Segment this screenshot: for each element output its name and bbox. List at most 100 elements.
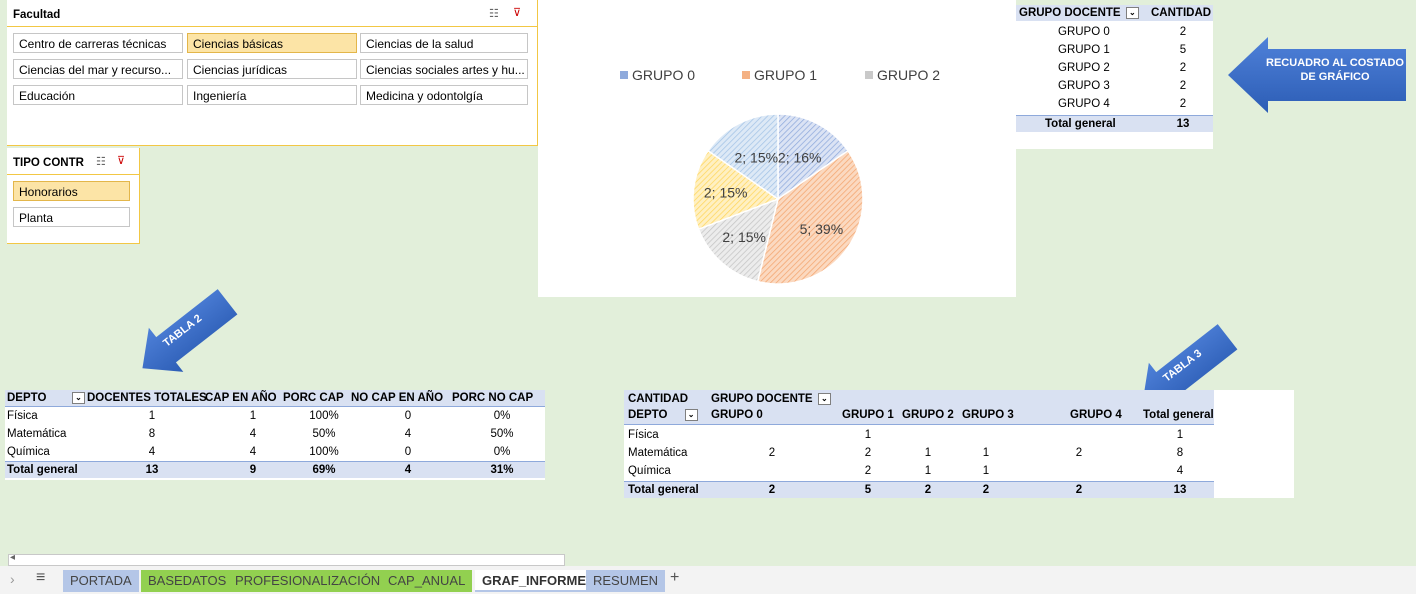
tabla3-cell: 1: [982, 465, 990, 477]
multi-select-icon[interactable]: ☷: [489, 7, 499, 20]
pivot1-row-grupo: GRUPO 3: [1058, 80, 1110, 92]
tabla2-cell: 50%: [490, 428, 514, 440]
tabla3-label-cantidad: CANTIDAD: [628, 393, 689, 405]
tabla2-cell: Química: [7, 446, 50, 458]
pivot1-row-cantidad: 2: [1179, 98, 1187, 110]
tabla3-cell: 1: [924, 447, 932, 459]
slicer-tipo-title: TIPO CONTR: [13, 157, 84, 169]
tabla2-cell: 4: [249, 428, 257, 440]
legend-swatch-grupo1: [742, 71, 750, 79]
pivot1-row-cantidad: 2: [1179, 62, 1187, 74]
clear-filter-icon[interactable]: ⊽: [513, 6, 521, 19]
callout-text: RECUADRO AL COSTADO DE GRÁFICO: [1262, 56, 1408, 84]
tabla2-total-cell: 9: [249, 464, 257, 476]
slicer-item-medicina[interactable]: Medicina y odontolgía: [360, 85, 528, 105]
tabla3-total-cell: 5: [864, 484, 872, 496]
tabla3-header-line: [624, 424, 1214, 425]
tabla2-cell: 4: [148, 446, 156, 458]
slicer-item-juridicas[interactable]: Ciencias jurídicas: [187, 59, 357, 79]
chart-legend: GRUPO 0 GRUPO 1 GRUPO 2: [620, 67, 940, 83]
tabla2-total-cell: 13: [145, 464, 159, 476]
filter-dropdown-icon[interactable]: ⌄: [1125, 6, 1139, 19]
tabla3-cell: 1: [1176, 429, 1184, 441]
tabla2-cell: 4: [404, 428, 412, 440]
tab-graf-informe[interactable]: GRAF_INFORME: [475, 570, 593, 592]
tabla2-header-2: CAP EN AÑO: [205, 392, 277, 404]
tabla3-header-6: Total general: [1143, 409, 1214, 421]
tabla2-cell: 100%: [309, 410, 339, 422]
slicer-item-centro[interactable]: Centro de carreras técnicas: [13, 33, 183, 53]
filter-dropdown-icon[interactable]: ⌄: [817, 392, 831, 405]
tabla2-cell: 100%: [309, 446, 339, 458]
legend-swatch-grupo0: [620, 71, 628, 79]
tabla2-cell: 4: [249, 446, 257, 458]
tabla3-cell: 2: [768, 447, 776, 459]
pie-chart-svg: GRUPO 0 GRUPO 1 GRUPO 2 2; 16% 5; 39% 2; 1…: [620, 67, 940, 285]
pie-data-label: 2; 16%: [778, 150, 822, 166]
filter-dropdown-icon[interactable]: ⌄: [684, 408, 698, 421]
tabla3-cell: 1: [982, 447, 990, 459]
callout-line2: DE GRÁFICO: [1300, 71, 1370, 83]
tabla2-total-cell: 31%: [490, 464, 514, 476]
pivot1-row-cantidad: 2: [1179, 26, 1187, 38]
tabla3-cell: 4: [1176, 465, 1184, 477]
slicer-item-sociales[interactable]: Ciencias sociales artes y hu...: [360, 59, 528, 79]
tabla3-total-cell: 2: [924, 484, 932, 496]
pivot1-row-grupo: GRUPO 0: [1058, 26, 1110, 38]
tabla2-cell: 0: [404, 446, 412, 458]
tabla3-cell: Química: [628, 465, 671, 477]
tabla2-total-cell: Total general: [7, 464, 78, 476]
tab-resumen[interactable]: RESUMEN: [586, 570, 666, 592]
tabla3-label-grupo: GRUPO DOCENTE ⌄: [711, 391, 833, 407]
tabla2-header-docentes-label: DOCENTES TOTALES: [87, 392, 207, 404]
tabla3-total-cell: 2: [982, 484, 990, 496]
tab-scroll-right-icon[interactable]: ›: [10, 571, 15, 587]
pie-chart[interactable]: GRUPO 0 GRUPO 1 GRUPO 2 2; 16% 5; 39% 2; 1…: [538, 0, 1016, 297]
all-sheets-menu-icon[interactable]: ≡: [36, 569, 45, 587]
multi-select-icon[interactable]: ☷: [96, 155, 106, 168]
scroll-left-icon[interactable]: ◂: [10, 552, 15, 563]
tabla3-header-depto-label: DEPTO: [628, 409, 668, 421]
tabla2-total-cell: 69%: [312, 464, 336, 476]
slicer-item-educacion[interactable]: Educación: [13, 85, 183, 105]
pie-data-label: 2; 15%: [704, 185, 748, 201]
tabla3-cell: 8: [1176, 447, 1184, 459]
tabla2-cell: 0: [404, 410, 412, 422]
clear-filter-icon[interactable]: ⊽: [117, 154, 125, 167]
tabla3-cell: Matemática: [628, 447, 688, 459]
tab-portada[interactable]: PORTADA: [63, 570, 139, 592]
tab-basedatos[interactable]: BASEDATOS: [141, 570, 234, 592]
slicer-item-ingenieria[interactable]: Ingeniería: [187, 85, 357, 105]
pie-data-label: 5; 39%: [800, 221, 844, 237]
slicer-item-planta[interactable]: Planta: [13, 207, 130, 227]
slicer-item-honorarios[interactable]: Honorarios: [13, 181, 130, 201]
legend-swatch-grupo2: [865, 71, 873, 79]
tabla3-header-1: GRUPO 0: [711, 409, 763, 421]
tabla2-cell: 8: [148, 428, 156, 440]
add-sheet-icon[interactable]: +: [670, 569, 679, 587]
tab-profesionalizacion[interactable]: PROFESIONALIZACIÓN: [228, 570, 388, 592]
slicer-facultad-title: Facultad: [13, 9, 61, 21]
slicer-item-mar[interactable]: Ciencias del mar y recurso...: [13, 59, 183, 79]
filter-dropdown-icon[interactable]: ⌄: [72, 391, 85, 404]
tabla2-header-depto-label: DEPTO: [7, 392, 47, 404]
pivot1-col-grupo-label: GRUPO DOCENTE: [1019, 7, 1121, 19]
horizontal-scrollbar[interactable]: ◂: [8, 552, 565, 566]
tabla3-header-4: GRUPO 3: [962, 409, 1014, 421]
slicer-divider: [7, 26, 537, 27]
tabla2-cell: 1: [148, 410, 156, 422]
slicer-item-salud[interactable]: Ciencias de la salud: [360, 33, 528, 53]
legend-label-grupo2: GRUPO 2: [877, 67, 940, 83]
tabla2-cell: 0%: [493, 410, 511, 422]
tabla2-cell: 50%: [312, 428, 336, 440]
pie-data-label: 2; 15%: [722, 229, 766, 245]
legend-label-grupo0: GRUPO 0: [632, 67, 695, 83]
pivot1-col-cantidad: CANTIDAD: [1151, 7, 1212, 19]
tabla2-header-1: ⌄ DOCENTES TOTALES: [70, 390, 207, 406]
tabla3-header-3: GRUPO 2: [902, 409, 954, 421]
tabla2-header-4: NO CAP EN AÑO: [351, 392, 444, 404]
tab-cap-anual[interactable]: CAP_ANUAL: [381, 570, 473, 592]
slicer-divider: [7, 174, 139, 175]
tabla3-cell: 1: [864, 429, 872, 441]
slicer-item-ciencias-basicas[interactable]: Ciencias básicas: [187, 33, 357, 53]
